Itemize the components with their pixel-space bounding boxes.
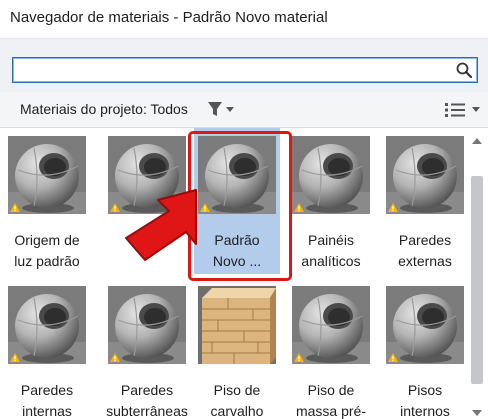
warning-icon	[110, 353, 120, 362]
warning-icon	[10, 353, 20, 362]
material-tile[interactable]: Pisos internos	[382, 278, 466, 419]
material-name-line-1: Origem de	[14, 232, 80, 248]
material-name-line-2: massa pré-	[295, 403, 367, 419]
material-name: Paredes externas	[382, 230, 466, 272]
material-thumbnail-sphere[interactable]	[8, 136, 86, 214]
material-tile[interactable]: Piso de massa pré-	[288, 278, 374, 419]
material-name-line-1: Piso de	[307, 382, 355, 398]
filter-bar: Materiais do projeto: Todos	[0, 92, 488, 128]
material-name: Piso de massa pré-	[288, 380, 374, 419]
search-bar	[0, 38, 488, 92]
material-tile[interactable]: Paredes subterrâneas	[104, 278, 190, 419]
search-input[interactable]	[17, 61, 447, 79]
material-name-line-2: subterrâneas	[106, 403, 188, 419]
material-thumbnail-sphere[interactable]	[386, 136, 464, 214]
material-tile[interactable]: Painéis analíticos	[288, 128, 374, 274]
material-name: Painéis analíticos	[288, 230, 374, 272]
material-name: Pisos internos	[382, 380, 466, 419]
material-name-line-2: carvalho	[210, 403, 264, 419]
material-name-line-2: analíticos	[301, 253, 361, 269]
search-icon[interactable]	[455, 61, 473, 79]
material-name-line-1: Paredes	[20, 382, 74, 398]
view-chevron-down-icon[interactable]	[472, 107, 480, 112]
material-name-line-2: internas	[22, 403, 72, 419]
material-tile[interactable]: Piso de carvalho	[194, 278, 280, 419]
material-thumbnail-sphere[interactable]	[386, 286, 464, 364]
vertical-scrollbar[interactable]	[466, 128, 488, 419]
warning-icon	[388, 203, 398, 212]
funnel-icon[interactable]	[207, 100, 223, 118]
material-name: Origem de luz padrão	[4, 230, 90, 272]
warning-icon	[10, 203, 20, 212]
material-thumbnail-sphere[interactable]	[108, 286, 186, 364]
material-tile[interactable]: Paredes internas	[4, 278, 90, 419]
warning-icon	[388, 353, 398, 362]
scroll-up-icon[interactable]	[472, 138, 482, 144]
warning-icon	[294, 203, 304, 212]
material-tile[interactable]: Origem de luz padrão	[4, 128, 90, 274]
material-thumbnail-sphere[interactable]	[292, 136, 370, 214]
material-name-line-1: Paredes	[398, 232, 452, 248]
search-box[interactable]	[12, 57, 478, 83]
material-name-line-2: internos	[400, 403, 450, 419]
material-name-line-2: externas	[398, 253, 452, 269]
list-view-icon[interactable]	[444, 101, 466, 119]
material-name-line-1: Paredes	[120, 382, 174, 398]
scroll-down-icon[interactable]	[472, 410, 482, 416]
material-thumbnail-sphere[interactable]	[8, 286, 86, 364]
material-name: Paredes internas	[4, 380, 90, 419]
material-thumbnail-sphere[interactable]	[292, 286, 370, 364]
title-bar: Navegador de materiais - Padrão Novo mat…	[0, 0, 488, 38]
material-thumbnail-wood-cube[interactable]	[198, 286, 276, 364]
scroll-thumb[interactable]	[471, 176, 483, 384]
material-name: Piso de carvalho	[194, 380, 280, 419]
material-name: Paredes subterrâneas	[104, 380, 190, 419]
filter-chevron-down-icon[interactable]	[226, 107, 234, 112]
material-name-line-1: Painéis	[308, 232, 354, 248]
warning-icon	[294, 353, 304, 362]
filter-label: Materiais do projeto: Todos	[20, 101, 188, 117]
material-name-line-2: luz padrão	[14, 253, 80, 269]
material-name-line-1: Piso de	[213, 382, 261, 398]
window-title: Navegador de materiais - Padrão Novo mat…	[10, 9, 328, 26]
material-name-line-1: Pisos	[407, 382, 443, 398]
warning-icon	[110, 203, 120, 212]
material-tile[interactable]: Paredes externas	[382, 128, 466, 274]
pointer-arrow-icon	[125, 189, 197, 261]
